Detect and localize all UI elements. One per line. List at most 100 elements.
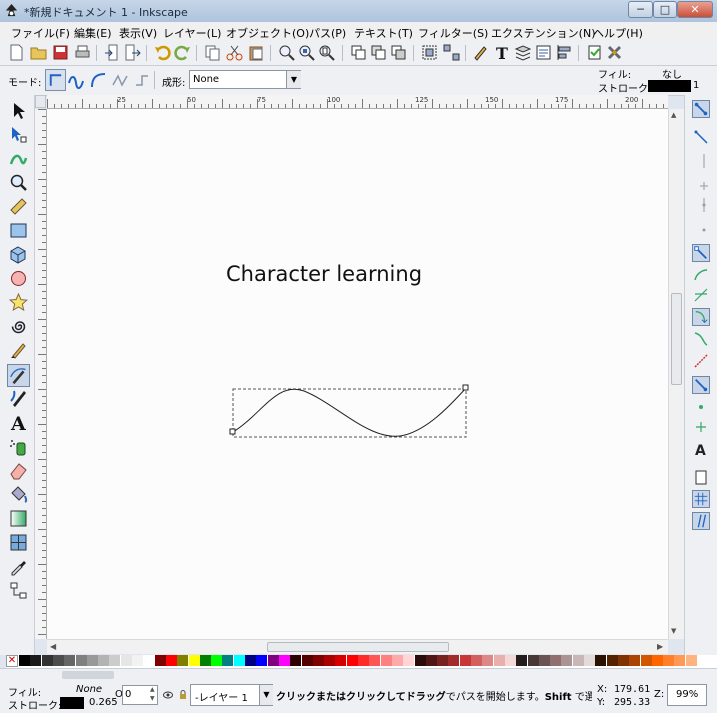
palette-swatch[interactable] bbox=[448, 655, 460, 666]
vertical-scroll-thumb[interactable] bbox=[671, 293, 682, 385]
status-stroke-swatch[interactable] bbox=[60, 697, 84, 709]
palette-swatch[interactable] bbox=[358, 655, 369, 666]
snap-smooth-nodes-icon[interactable] bbox=[692, 330, 710, 348]
menu-help[interactable]: ヘルプ(H) bbox=[593, 25, 643, 41]
palette-swatch[interactable] bbox=[437, 655, 449, 666]
close-button[interactable]: ✕ bbox=[677, 1, 713, 18]
scroll-right-icon[interactable]: ▶ bbox=[657, 642, 663, 651]
palette-swatch[interactable] bbox=[312, 655, 324, 666]
spin-up-icon[interactable]: ▲ bbox=[150, 686, 155, 693]
menu-edit[interactable]: 編集(E) bbox=[74, 25, 112, 41]
text-tool-icon[interactable]: A bbox=[9, 413, 28, 432]
palette-swatch[interactable] bbox=[290, 655, 302, 666]
zoom-selection-icon[interactable] bbox=[278, 44, 295, 61]
paste-icon[interactable] bbox=[248, 44, 265, 61]
palette-swatch[interactable] bbox=[606, 655, 618, 666]
palette-swatch[interactable] bbox=[550, 655, 562, 666]
dropper-tool-icon[interactable] bbox=[9, 557, 28, 576]
palette-swatch[interactable] bbox=[595, 655, 607, 666]
pen-tool-icon[interactable] bbox=[7, 364, 30, 387]
rectangle-tool-icon[interactable] bbox=[9, 221, 28, 240]
palette-swatch[interactable] bbox=[267, 655, 279, 666]
horizontal-scroll-thumb[interactable] bbox=[267, 642, 449, 652]
new-document-icon[interactable] bbox=[8, 44, 25, 61]
palette-swatch[interactable] bbox=[403, 655, 415, 666]
snap-guides-icon[interactable] bbox=[692, 512, 710, 530]
save-icon[interactable] bbox=[52, 44, 69, 61]
snap-line-midpoints-icon[interactable] bbox=[692, 352, 710, 370]
snap-enable-icon[interactable] bbox=[692, 100, 710, 118]
undo-icon[interactable] bbox=[154, 44, 171, 61]
shape-select[interactable]: None ▼ bbox=[189, 70, 301, 89]
palette-swatch[interactable] bbox=[471, 655, 482, 666]
palette-swatch[interactable] bbox=[256, 655, 268, 666]
paint-bucket-tool-icon[interactable] bbox=[9, 485, 28, 504]
palette-swatch[interactable] bbox=[222, 655, 234, 666]
palette-swatch[interactable] bbox=[30, 655, 42, 666]
scroll-down-icon[interactable]: ▼ bbox=[671, 627, 676, 635]
palette-swatch[interactable] bbox=[482, 655, 494, 666]
3d-box-tool-icon[interactable] bbox=[9, 245, 28, 264]
align-distribute-icon[interactable] bbox=[556, 44, 573, 61]
palette-swatch[interactable] bbox=[143, 655, 155, 666]
selector-tool-icon[interactable] bbox=[9, 101, 28, 120]
palette-swatch[interactable] bbox=[629, 655, 641, 666]
palette-swatch[interactable] bbox=[301, 655, 313, 666]
snap-nodes-icon[interactable] bbox=[692, 244, 710, 262]
palette-swatch[interactable] bbox=[663, 655, 675, 666]
regular-bezier-mode-icon[interactable] bbox=[45, 69, 66, 91]
bspline-mode-icon[interactable] bbox=[89, 71, 107, 89]
duplicate-icon[interactable] bbox=[350, 44, 367, 61]
palette-swatch[interactable] bbox=[414, 655, 426, 666]
lock-icon[interactable] bbox=[179, 690, 187, 700]
snap-text-baseline-icon[interactable]: A bbox=[692, 440, 710, 458]
snap-page-border-icon[interactable] bbox=[692, 468, 710, 486]
gradient-tool-icon[interactable] bbox=[9, 509, 28, 528]
star-tool-icon[interactable] bbox=[9, 293, 28, 312]
ungroup-icon[interactable] bbox=[443, 44, 460, 61]
paraxial-mode-icon[interactable] bbox=[133, 71, 151, 89]
palette-scroll-thumb[interactable] bbox=[62, 671, 114, 679]
spin-down-icon[interactable]: ▼ bbox=[150, 695, 155, 702]
palette-swatch[interactable] bbox=[527, 655, 539, 666]
snap-intersections-icon[interactable] bbox=[692, 286, 710, 304]
palette-swatch[interactable] bbox=[674, 655, 686, 666]
palette-swatch[interactable] bbox=[516, 655, 528, 666]
palette-swatch[interactable] bbox=[335, 655, 347, 666]
snap-bbox-edge-icon[interactable] bbox=[692, 152, 710, 170]
palette-swatch[interactable] bbox=[233, 655, 245, 666]
group-icon[interactable] bbox=[421, 44, 438, 61]
chevron-down-icon[interactable]: ▼ bbox=[259, 685, 273, 705]
menu-file[interactable]: ファイル(F) bbox=[11, 25, 70, 41]
palette-swatch[interactable] bbox=[211, 655, 223, 666]
palette-swatch[interactable] bbox=[52, 655, 64, 666]
drawing-canvas[interactable]: Character learning bbox=[47, 109, 668, 639]
palette-swatch[interactable] bbox=[561, 655, 573, 666]
layer-select[interactable]: -レイヤー 1 ▼ bbox=[190, 684, 273, 706]
zoom-field[interactable]: 99% bbox=[667, 684, 707, 706]
menu-layer[interactable]: レイヤー(L) bbox=[163, 25, 221, 41]
palette-swatch[interactable] bbox=[188, 655, 200, 666]
zoom-tool-icon[interactable] bbox=[9, 173, 28, 192]
palette-swatch[interactable] bbox=[132, 655, 143, 666]
snap-cusp-nodes-icon[interactable] bbox=[692, 308, 710, 326]
palette-swatch[interactable] bbox=[98, 655, 110, 666]
layers-icon[interactable] bbox=[514, 44, 531, 61]
xml-editor-icon[interactable] bbox=[535, 44, 552, 61]
menu-extensions[interactable]: エクステンション(N) bbox=[491, 25, 595, 41]
palette-swatch[interactable] bbox=[154, 655, 166, 666]
palette-swatch[interactable] bbox=[177, 655, 189, 666]
palette-swatch[interactable] bbox=[584, 655, 595, 666]
maximize-button[interactable]: □ bbox=[653, 1, 677, 18]
copy-icon[interactable] bbox=[204, 44, 221, 61]
connector-tool-icon[interactable] bbox=[9, 581, 28, 600]
clone-icon[interactable] bbox=[370, 44, 387, 61]
palette-swatch[interactable] bbox=[19, 655, 30, 666]
opacity-spinbox[interactable]: 0 ▲ ▼ bbox=[122, 685, 158, 705]
preferences-icon[interactable] bbox=[606, 44, 623, 61]
text-font-icon[interactable]: T bbox=[494, 44, 511, 61]
menu-object[interactable]: オブジェクト(O) bbox=[226, 25, 309, 41]
node-tool-icon[interactable] bbox=[9, 125, 28, 144]
menu-path[interactable]: パス(P) bbox=[309, 25, 346, 41]
path-end-node[interactable] bbox=[462, 384, 469, 391]
